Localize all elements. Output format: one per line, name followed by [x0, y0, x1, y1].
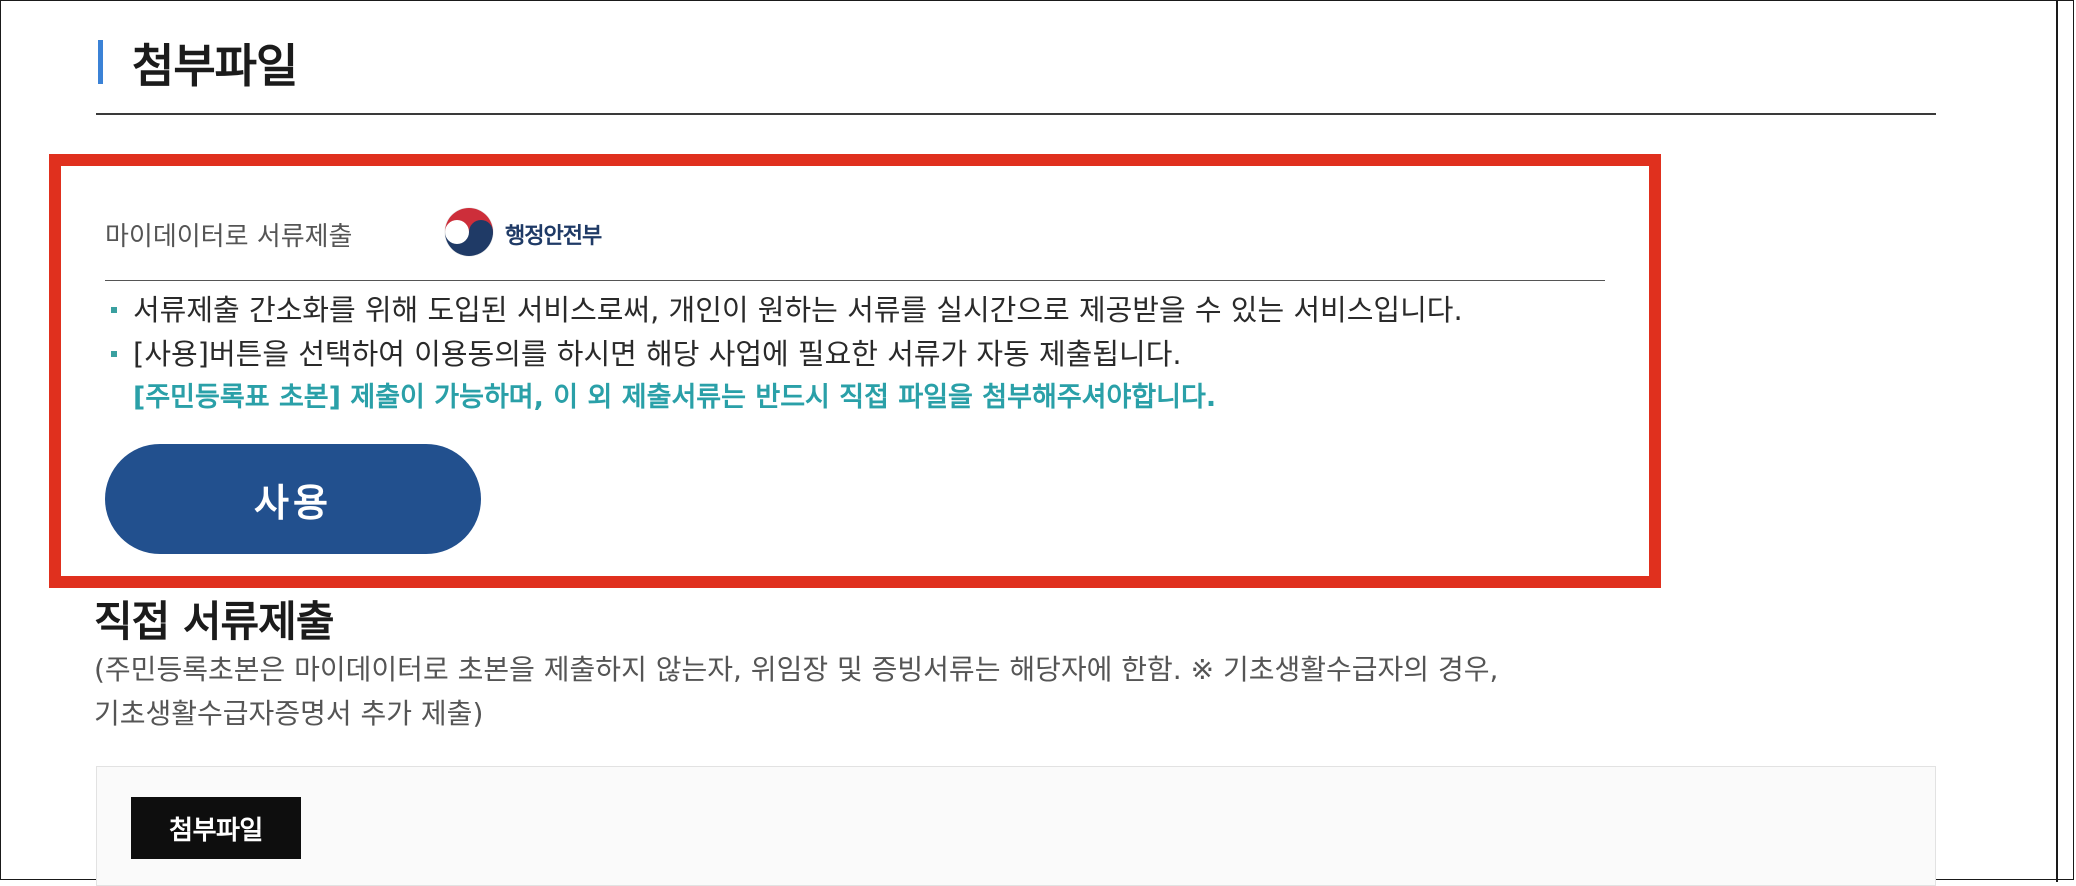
bullet-marker	[111, 351, 117, 357]
bullet-item: 서류제출 간소화를 위해 도입된 서비스로써, 개인이 원하는 서류를 실시간으…	[105, 288, 1463, 332]
mydata-divider	[105, 280, 1605, 281]
title-accent-bar	[98, 40, 103, 84]
bullet-text: 서류제출 간소화를 위해 도입된 서비스로써, 개인이 원하는 서류를 실시간으…	[133, 293, 1463, 327]
bullet-marker	[111, 307, 117, 313]
bullet-item: [사용]버튼을 선택하여 이용동의를 하시면 해당 사업에 필요한 서류가 자동…	[105, 332, 1463, 376]
use-button[interactable]: 사용	[105, 444, 481, 554]
page-title: 첨부파일	[132, 39, 298, 93]
description-line: (주민등록초본은 마이데이터로 초본을 제출하지 않는자, 위임장 및 증빙서류…	[94, 653, 1499, 686]
direct-submission-description: (주민등록초본은 마이데이터로 초본을 제출하지 않는자, 위임장 및 증빙서류…	[94, 648, 1794, 736]
mydata-bullet-list: 서류제출 간소화를 위해 도입된 서비스로써, 개인이 원하는 서류를 실시간으…	[105, 288, 1463, 420]
ministry-name: 행정안전부	[505, 224, 602, 249]
attachment-panel: 첨부파일	[96, 766, 1936, 886]
government-emblem-icon	[444, 207, 494, 257]
header-divider	[96, 113, 1936, 115]
attachment-badge: 첨부파일	[131, 797, 301, 859]
window-edge	[2056, 0, 2058, 882]
mydata-title: 마이데이터로 서류제출	[105, 222, 353, 252]
bullet-text: [사용]버튼을 선택하여 이용동의를 하시면 해당 사업에 필요한 서류가 자동…	[133, 337, 1182, 371]
notice-text: [주민등록표 초본] 제출이 가능하며, 이 외 제출서류는 반드시 직접 파일…	[133, 382, 1217, 413]
direct-submission-title: 직접 서류제출	[94, 597, 334, 646]
description-line: 기초생활수급자증명서 추가 제출)	[94, 697, 484, 730]
mydata-panel: 마이데이터로 서류제출 행정안전부 서류제출 간소화를 위해 도입된 서비스로써…	[49, 154, 1661, 588]
